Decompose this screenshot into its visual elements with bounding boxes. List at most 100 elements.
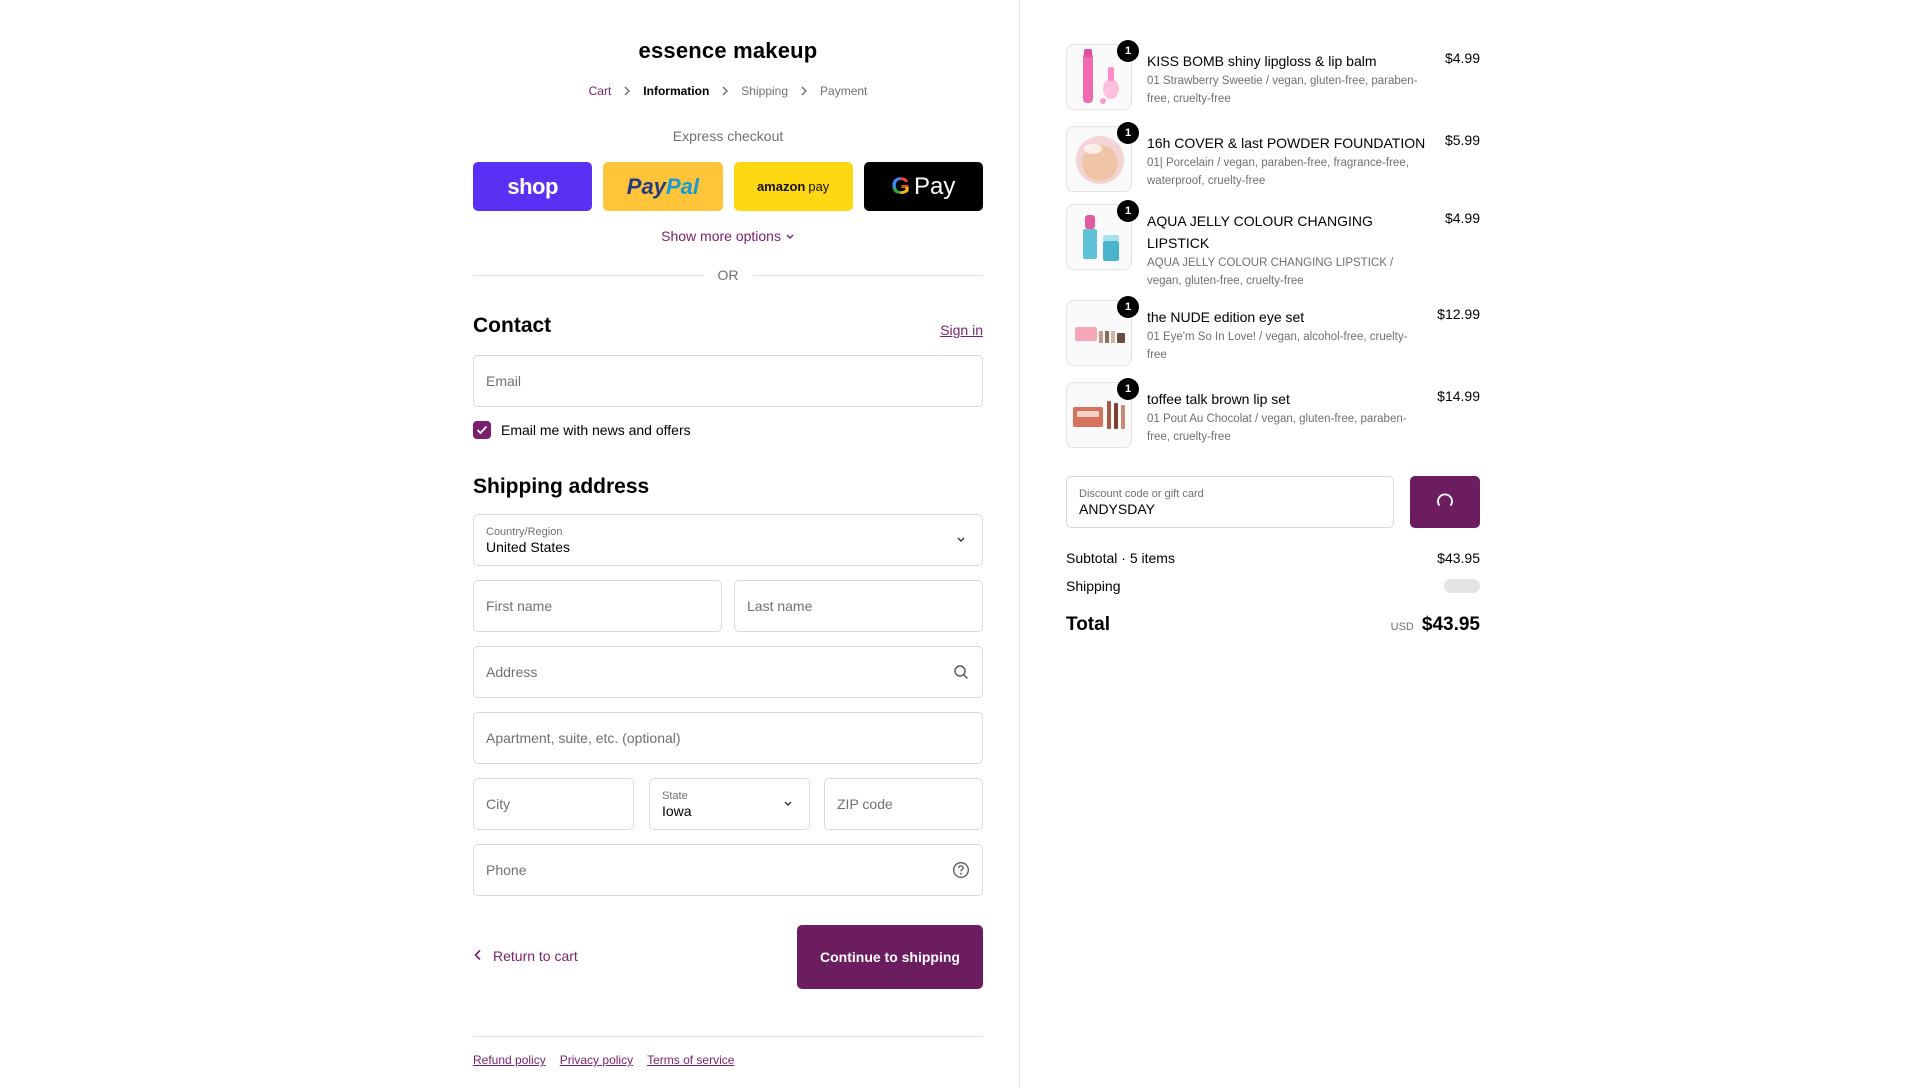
newsletter-label[interactable]: Email me with news and offers (501, 422, 691, 438)
line-item: 1 16h COVER & last POWDER FOUNDATION 01|… (1066, 122, 1480, 204)
amazon-pay-text: pay (808, 179, 830, 194)
address-placeholder: Address (486, 664, 538, 680)
shop-pay-button[interactable]: shop (473, 162, 593, 211)
continue-to-shipping-button[interactable]: Continue to shipping (797, 925, 983, 989)
product-price: $14.99 (1437, 388, 1480, 404)
discount-value: ANDYSDAY (1079, 500, 1155, 517)
product-variant: 01| Porcelain / vegan, paraben-free, fra… (1147, 157, 1409, 187)
privacy-policy-link[interactable]: Privacy policy (560, 1053, 633, 1067)
apply-discount-button[interactable] (1410, 476, 1480, 528)
help-circle-icon[interactable] (952, 861, 970, 879)
checkmark-icon (476, 425, 488, 435)
product-name: the NUDE edition eye set (1147, 309, 1305, 325)
breadcrumb-information: Information (643, 84, 710, 98)
phone-placeholder: Phone (486, 862, 527, 878)
discount-label: Discount code or gift card (1079, 487, 1204, 500)
breadcrumb-cart[interactable]: Cart (589, 84, 612, 98)
currency-code: USD (1390, 621, 1414, 633)
city-placeholder: City (486, 796, 511, 812)
shipping-label: Shipping (1066, 578, 1121, 594)
chevron-left-icon (473, 948, 483, 964)
quantity-badge: 1 (1117, 40, 1139, 62)
product-price: $5.99 (1444, 132, 1480, 148)
product-name: toffee talk brown lip set (1147, 391, 1290, 407)
return-label: Return to cart (493, 948, 578, 964)
checkout-form-panel: essence makeup Cart Information Shipping… (0, 0, 1020, 1088)
quantity-badge: 1 (1117, 200, 1139, 222)
total-row: Total USD $43.95 (1066, 614, 1480, 636)
subtotal-value: $43.95 (1437, 550, 1480, 566)
country-label: Country/Region (486, 525, 563, 538)
express-checkout-buttons: shop Pay Pal amazon pay G Pay (473, 162, 983, 211)
product-price: $4.99 (1444, 210, 1480, 226)
breadcrumb-payment: Payment (820, 84, 868, 98)
line-item: 1 KISS BOMB shiny lipgloss & lip balm 01… (1066, 40, 1480, 126)
first-name-field[interactable]: First name (473, 580, 722, 632)
quantity-badge: 1 (1117, 378, 1139, 400)
or-divider: OR (473, 267, 983, 283)
google-g-icon: G (891, 172, 911, 200)
product-variant: 01 Pout Au Chocolat / vegan, gluten-free… (1147, 413, 1407, 443)
store-name[interactable]: essence makeup (473, 38, 983, 64)
apartment-field[interactable]: Apartment, suite, etc. (optional) (473, 712, 983, 764)
line-item: 1 AQUA JELLY COLOUR CHANGING LIPSTICK AQ… (1066, 200, 1480, 300)
last-name-field[interactable]: Last name (734, 580, 983, 632)
city-field[interactable]: City (473, 778, 634, 830)
google-pay-text: Pay (914, 172, 956, 200)
product-info: KISS BOMB shiny lipgloss & lip balm 01 S… (1147, 50, 1427, 108)
product-name: AQUA JELLY COLOUR CHANGING LIPSTICK (1147, 213, 1373, 251)
newsletter-row: Email me with news and offers (473, 421, 691, 439)
show-more-label: Show more options (661, 228, 781, 244)
country-value: United States (486, 538, 571, 555)
total-label: Total (1066, 614, 1110, 635)
phone-field[interactable]: Phone (473, 844, 983, 896)
paypal-button[interactable]: Pay Pal (603, 162, 723, 211)
product-price: $12.99 (1437, 306, 1480, 322)
product-name: KISS BOMB shiny lipgloss & lip balm (1147, 53, 1377, 69)
product-info: the NUDE edition eye set 01 Eye'm So In … (1147, 306, 1427, 364)
checkout-page: essence makeup Cart Information Shipping… (0, 0, 1920, 1088)
country-select[interactable]: Country/Region United States (473, 514, 983, 566)
product-name: 16h COVER & last POWDER FOUNDATION (1147, 135, 1426, 151)
loading-spinner-icon (1437, 493, 1453, 506)
state-label: State (662, 789, 688, 802)
contact-heading: Contact (473, 314, 552, 337)
total-amount: USD $43.95 (1391, 614, 1480, 636)
terms-of-service-link[interactable]: Terms of service (647, 1053, 734, 1067)
divider-line (473, 274, 704, 276)
refund-policy-link[interactable]: Refund policy (473, 1053, 546, 1067)
amazon-pay-button[interactable]: amazon pay (733, 162, 853, 211)
breadcrumb: Cart Information Shipping Payment (473, 84, 983, 98)
chevron-down-icon (785, 228, 795, 244)
return-to-cart-link[interactable]: Return to cart (473, 948, 578, 964)
show-more-options-link[interactable]: Show more options (473, 228, 983, 244)
zip-code-field[interactable]: ZIP code (824, 778, 983, 830)
search-icon (952, 663, 970, 681)
first-name-placeholder: First name (486, 598, 553, 614)
discount-code-field[interactable]: Discount code or gift card ANDYSDAY (1066, 476, 1394, 528)
google-pay-button[interactable]: G Pay (863, 162, 983, 211)
address-field[interactable]: Address (473, 646, 983, 698)
line-items: 1 KISS BOMB shiny lipgloss & lip balm 01… (1066, 40, 1480, 464)
state-select[interactable]: State Iowa (649, 778, 810, 830)
subtotal-label: Subtotal · 5 items (1066, 550, 1175, 566)
line-item: 1 toffee talk brown lip set 01 Pout Au C… (1066, 378, 1480, 464)
paypal-logo-part1: Pay (626, 173, 666, 199)
chevron-down-icon (952, 531, 970, 549)
order-summary-panel: 1 KISS BOMB shiny lipgloss & lip balm 01… (1020, 0, 1920, 1088)
total-value: $43.95 (1421, 614, 1480, 635)
last-name-placeholder: Last name (747, 598, 813, 614)
chevron-right-icon (719, 85, 731, 97)
shipping-loading-placeholder (1444, 579, 1480, 593)
newsletter-checkbox[interactable] (473, 421, 491, 439)
or-label: OR (717, 267, 739, 283)
product-info: 16h COVER & last POWDER FOUNDATION 01| P… (1147, 132, 1427, 190)
email-field[interactable]: Email (473, 355, 983, 407)
breadcrumb-shipping: Shipping (741, 84, 789, 98)
product-variant: 01 Strawberry Sweetie / vegan, gluten-fr… (1147, 75, 1418, 105)
product-price: $4.99 (1444, 50, 1480, 66)
product-variant: 01 Eye'm So In Love! / vegan, alcohol-fr… (1147, 331, 1408, 361)
amazon-logo: amazon (756, 179, 806, 194)
quantity-badge: 1 (1117, 296, 1139, 318)
sign-in-link[interactable]: Sign in (940, 322, 983, 338)
